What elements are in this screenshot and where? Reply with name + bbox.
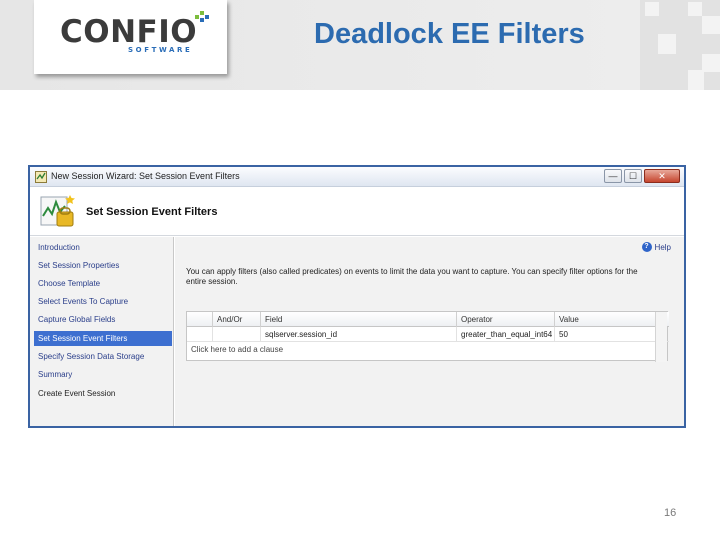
- grid-header: And/Or Field Operator Value: [187, 312, 669, 327]
- session-wizard-window: New Session Wizard: Set Session Event Fi…: [28, 165, 686, 428]
- column-header-and-or[interactable]: And/Or: [212, 312, 260, 327]
- maximize-button[interactable]: ☐: [624, 169, 642, 183]
- help-icon: ?: [641, 242, 652, 252]
- column-header-operator[interactable]: Operator: [456, 312, 554, 327]
- page-number: 16: [664, 507, 677, 519]
- window-app-icon: [35, 171, 47, 183]
- grid-scrollbar[interactable]: [655, 312, 667, 362]
- minimize-button[interactable]: —: [604, 169, 622, 183]
- logo-star-icon: [195, 11, 209, 22]
- decorative-squares: [640, 0, 720, 90]
- wizard-header: Set Session Event Filters: [30, 187, 684, 236]
- nav-item-set-session-event-filters[interactable]: Set Session Event Filters: [34, 331, 172, 346]
- column-header-value[interactable]: Value: [554, 312, 657, 327]
- event-filter-icon: [40, 195, 75, 227]
- column-header-field[interactable]: Field: [260, 312, 456, 327]
- help-label: Help: [654, 242, 671, 252]
- table-row[interactable]: sqlserver.session_id greater_than_equal_…: [187, 327, 669, 342]
- slide-title: Deadlock EE Filters: [314, 18, 585, 50]
- wizard-nav-pane: Introduction Set Session Properties Choo…: [30, 237, 174, 426]
- cell-value[interactable]: 50: [554, 327, 657, 342]
- nav-item-select-events[interactable]: Select Events To Capture: [34, 294, 172, 309]
- cell-field[interactable]: sqlserver.session_id: [260, 327, 456, 342]
- nav-item-capture-global-fields[interactable]: Capture Global Fields: [34, 312, 172, 327]
- logo-wordmark: CONFIO: [60, 14, 198, 50]
- nav-item-summary[interactable]: Summary: [34, 367, 172, 382]
- add-clause-link[interactable]: Click here to add a clause: [191, 345, 283, 354]
- nav-item-set-session-properties[interactable]: Set Session Properties: [34, 258, 172, 273]
- nav-item-choose-template[interactable]: Choose Template: [34, 276, 172, 291]
- window-titlebar[interactable]: New Session Wizard: Set Session Event Fi…: [30, 167, 684, 187]
- filter-description: You can apply filters (also called predi…: [186, 267, 638, 286]
- cell-operator[interactable]: greater_than_equal_int64: [456, 327, 554, 342]
- cell-and-or[interactable]: [212, 327, 260, 342]
- wizard-page-heading: Set Session Event Filters: [86, 206, 218, 218]
- help-link[interactable]: ? Help: [641, 242, 671, 252]
- nav-item-create-event-session[interactable]: Create Event Session: [34, 386, 172, 401]
- nav-item-specify-data-storage[interactable]: Specify Session Data Storage: [34, 349, 172, 364]
- close-button[interactable]: ✕: [644, 169, 680, 183]
- filter-grid: And/Or Field Operator Value sqlserver.se…: [186, 311, 669, 362]
- nav-item-introduction[interactable]: Introduction: [34, 240, 172, 255]
- logo-subtitle: SOFTWARE: [128, 46, 193, 54]
- confio-logo: CONFIO SOFTWARE: [34, 0, 227, 74]
- wizard-content-pane: ? Help You can apply filters (also calle…: [175, 237, 684, 426]
- window-title: New Session Wizard: Set Session Event Fi…: [51, 171, 240, 181]
